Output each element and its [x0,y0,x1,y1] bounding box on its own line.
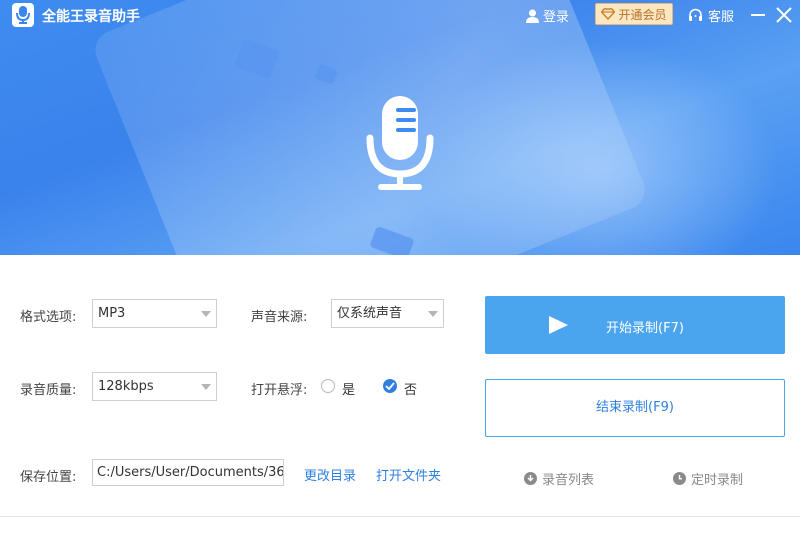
source-label: 声音来源: [251,310,308,325]
hero-background-glow [420,40,780,255]
chevron-down-icon [428,311,438,317]
microphone-icon [366,96,434,190]
format-label: 格式选项: [20,310,77,325]
floating-no-label[interactable]: 否 [404,379,417,398]
microphone-icon [16,6,30,24]
chevron-down-icon [201,384,211,390]
app-title: 全能王录音助手 [42,9,140,25]
clock-icon [673,472,686,485]
headset-icon [689,8,702,21]
customer-service-button[interactable]: 客服 [688,6,734,25]
quality-value: 128kbps [98,379,154,394]
open-folder-link[interactable]: 打开文件夹 [376,465,441,484]
vip-button[interactable]: 开通会员 [595,3,673,25]
app-logo [12,3,34,27]
floating-label: 打开悬浮: [251,383,308,398]
login-button[interactable]: 登录 [526,6,569,25]
source-select[interactable]: 仅系统声音 [331,299,444,328]
recording-list-label: 录音列表 [542,473,595,488]
scheduled-recording-label: 定时录制 [691,473,744,488]
save-path-input[interactable]: C:/Users/User/Documents/360 [92,459,284,486]
user-icon [526,9,539,23]
save-location-label: 保存位置: [20,470,77,485]
format-value: MP3 [98,306,126,321]
floating-no-radio[interactable] [383,379,397,393]
diamond-icon [601,8,616,20]
start-recording-label: 开始录制(F7) [606,321,684,336]
recording-list-button[interactable]: 录音列表 [524,469,594,488]
change-directory-link[interactable]: 更改目录 [304,465,356,484]
minimize-icon[interactable] [748,5,768,25]
format-select[interactable]: MP3 [92,299,217,328]
hero-banner [0,0,800,255]
title-bar: 全能王录音助手 登录 开通会员 客服 [0,0,800,30]
source-value: 仅系统声音 [337,306,403,321]
floating-yes-radio[interactable] [321,379,335,393]
chevron-down-icon [201,311,211,317]
service-label: 客服 [708,10,735,25]
floating-yes-label[interactable]: 是 [342,379,355,398]
vip-label: 开通会员 [618,7,667,22]
download-icon [524,472,537,485]
close-icon[interactable] [774,5,794,25]
quality-select[interactable]: 128kbps [92,372,217,401]
footer-divider [0,516,800,517]
checkmark-icon [385,382,395,390]
quality-label: 录音质量: [20,383,77,398]
login-label: 登录 [543,10,570,25]
scheduled-recording-button[interactable]: 定时录制 [673,469,743,488]
start-recording-button[interactable]: 开始录制(F7) [485,296,785,354]
stop-recording-button[interactable]: 结束录制(F9) [485,379,785,437]
